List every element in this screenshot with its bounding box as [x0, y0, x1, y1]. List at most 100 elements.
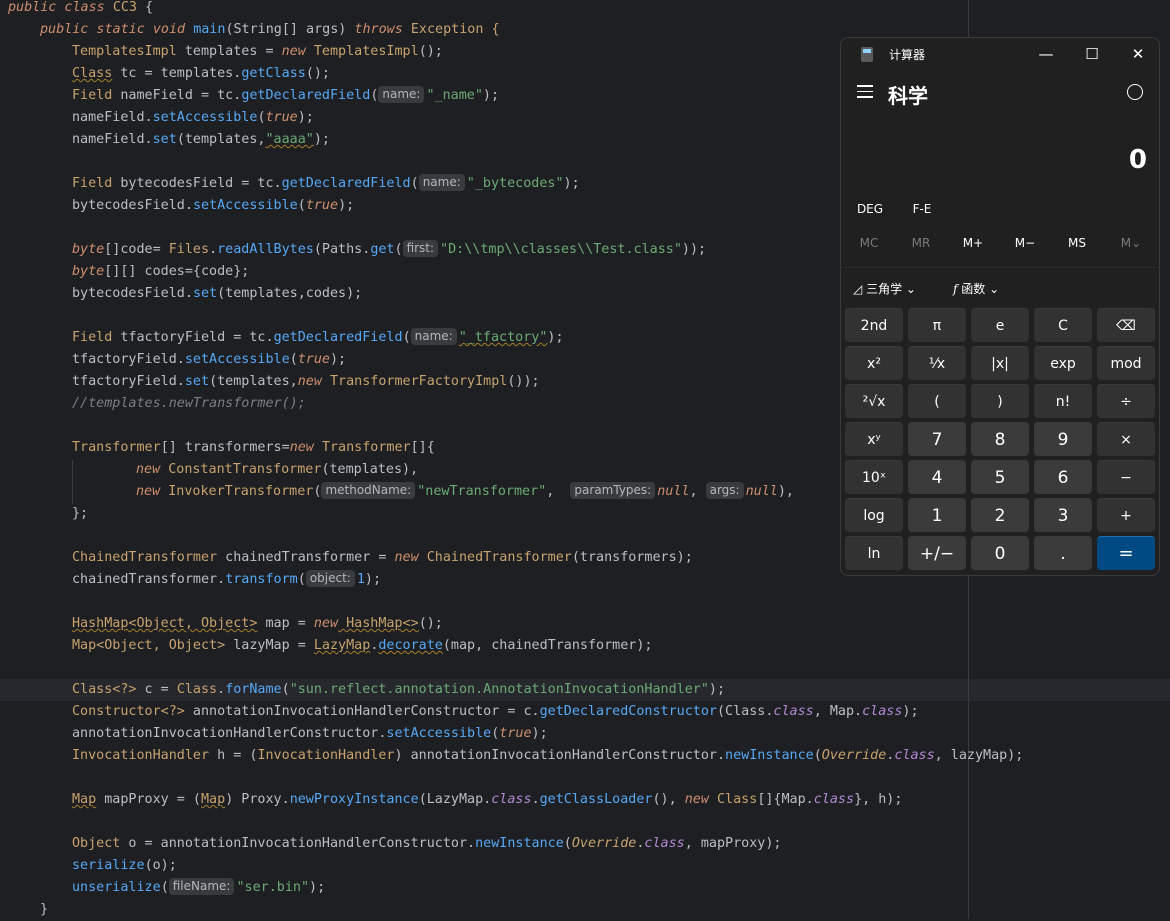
code-line: public class CC3 {: [8, 0, 154, 15]
reciprocal-button[interactable]: ¹⁄x: [908, 346, 966, 380]
code-line: }: [40, 902, 49, 917]
mod-button[interactable]: mod: [1097, 346, 1155, 380]
four-button[interactable]: 4: [908, 460, 966, 494]
factorial-button[interactable]: n!: [1034, 384, 1092, 418]
function-icon: f: [953, 282, 958, 296]
code-line: Object o = annotationInvocationHandlerCo…: [72, 836, 782, 851]
history-icon[interactable]: [1127, 84, 1143, 100]
fe-button[interactable]: F-E: [896, 202, 948, 216]
eight-button[interactable]: 8: [971, 422, 1029, 456]
three-button[interactable]: 3: [1034, 498, 1092, 532]
code-line: Transformer[] transformers=new Transform…: [72, 440, 435, 455]
code-line: new InvokerTransformer(methodName: "newTr…: [136, 482, 794, 499]
minimize-button[interactable]: —: [1023, 38, 1069, 70]
plus-button[interactable]: +: [1097, 498, 1155, 532]
param-hint: object:: [305, 570, 355, 587]
indent-guide: [72, 460, 73, 504]
code-line: chainedTransformer.transform(object: 1);: [72, 570, 382, 587]
zero-button[interactable]: 0: [971, 536, 1029, 570]
close-button[interactable]: ✕: [1115, 38, 1159, 70]
memory-list-button[interactable]: M⌄: [1105, 236, 1157, 250]
trig-dropdown[interactable]: ◿ 三角学 ⌄: [853, 280, 916, 297]
param-hint: name:: [418, 174, 465, 191]
code-line: Constructor<?> annotationInvocationHandl…: [72, 704, 919, 719]
memory-row: MC MR M+ M− MS M⌄: [841, 232, 1159, 256]
mr-button[interactable]: MR: [895, 236, 947, 250]
param-hint: name:: [378, 86, 425, 103]
negate-button[interactable]: +/−: [908, 536, 966, 570]
multiply-button[interactable]: ×: [1097, 422, 1155, 456]
code-line: Map<Object, Object> lazyMap = LazyMap.de…: [72, 638, 653, 653]
calculator-display: 0: [1128, 145, 1147, 175]
function-row: ◿ 三角学 ⌄ f 函数 ⌄: [841, 276, 1159, 300]
m-plus-button[interactable]: M+: [947, 236, 999, 250]
code-line: TemplatesImpl templates = new TemplatesI…: [72, 44, 443, 59]
six-button[interactable]: 6: [1034, 460, 1092, 494]
code-line: nameField.setAccessible(true);: [72, 110, 314, 125]
chevron-down-icon: ⌄: [905, 282, 916, 296]
function-label: 函数: [961, 282, 986, 296]
abs-button[interactable]: |x|: [971, 346, 1029, 380]
calculator-app-icon: [861, 47, 873, 62]
code-line: bytecodesField.set(templates,codes);: [72, 286, 363, 301]
root-button[interactable]: ²√x: [845, 384, 903, 418]
nine-button[interactable]: 9: [1034, 422, 1092, 456]
code-line: byte[]code= Files.readAllBytes(Paths.get…: [72, 240, 707, 257]
decimal-button[interactable]: .: [1034, 536, 1092, 570]
one-button[interactable]: 1: [908, 498, 966, 532]
clear-button[interactable]: C: [1034, 308, 1092, 342]
code-line: tfactoryField.set(templates,new Transfor…: [72, 374, 540, 389]
param-hint: first:: [402, 240, 439, 257]
calculator-titlebar[interactable]: 计算器 — ☐ ✕: [841, 38, 1159, 70]
code-line: annotationInvocationHandlerConstructor.s…: [72, 726, 548, 741]
window-title: 计算器: [889, 48, 926, 62]
code-line: Field tfactoryField = tc.getDeclaredFiel…: [72, 328, 564, 345]
second-button[interactable]: 2nd: [845, 308, 903, 342]
code-line: Map mapProxy = (Map) Proxy.newProxyInsta…: [72, 792, 903, 807]
trig-label: 三角学: [866, 282, 903, 296]
m-minus-button[interactable]: M−: [999, 236, 1051, 250]
log-button[interactable]: log: [845, 498, 903, 532]
divide-button[interactable]: ÷: [1097, 384, 1155, 418]
equals-button[interactable]: =: [1097, 536, 1155, 570]
ten-power-button[interactable]: 10ˣ: [845, 460, 903, 494]
mc-button[interactable]: MC: [843, 236, 895, 250]
divider: [841, 267, 1159, 268]
code-line: Field bytecodesField = tc.getDeclaredFie…: [72, 174, 580, 191]
close-paren-button[interactable]: ): [971, 384, 1029, 418]
calculator-window[interactable]: 计算器 — ☐ ✕ 科学 0 DEG F-E MC MR M+ M− MS M⌄…: [840, 37, 1160, 576]
triangle-icon: ◿: [853, 282, 863, 296]
code-line: Class tc = templates.getClass();: [72, 66, 330, 81]
open-paren-button[interactable]: (: [908, 384, 966, 418]
chevron-down-icon: ⌄: [989, 282, 1000, 296]
two-button[interactable]: 2: [971, 498, 1029, 532]
e-button[interactable]: e: [971, 308, 1029, 342]
function-dropdown[interactable]: f 函数 ⌄: [953, 280, 999, 297]
code-line: unserialize(fileName: "ser.bin");: [72, 878, 326, 895]
ms-button[interactable]: MS: [1051, 236, 1103, 250]
five-button[interactable]: 5: [971, 460, 1029, 494]
mode-title: 科学: [888, 84, 928, 108]
backspace-button[interactable]: ⌫: [1097, 308, 1155, 342]
code-line: Field nameField = tc.getDeclaredField(na…: [72, 86, 500, 103]
code-line: };: [72, 506, 89, 521]
code-line: serialize(o);: [72, 858, 177, 873]
ln-button[interactable]: ln: [845, 536, 903, 570]
minus-button[interactable]: −: [1097, 460, 1155, 494]
code-line: byte[][] codes={code};: [72, 264, 250, 279]
exp-button[interactable]: exp: [1034, 346, 1092, 380]
angle-row: DEG F-E: [841, 198, 1159, 222]
code-comment: //templates.newTransformer();: [72, 396, 306, 411]
hamburger-menu-icon[interactable]: [857, 85, 873, 99]
param-hint: paramTypes:: [570, 482, 656, 499]
code-line: public static void main(String[] args) t…: [40, 22, 500, 37]
deg-button[interactable]: DEG: [844, 202, 896, 216]
code-line: new ConstantTransformer(templates),: [136, 462, 419, 477]
square-button[interactable]: x²: [845, 346, 903, 380]
pi-button[interactable]: π: [908, 308, 966, 342]
code-line: nameField.set(templates,"aaaa");: [72, 132, 330, 147]
power-button[interactable]: xʸ: [845, 422, 903, 456]
code-line: ChainedTransformer chainedTransformer = …: [72, 550, 693, 565]
maximize-button[interactable]: ☐: [1069, 38, 1115, 70]
seven-button[interactable]: 7: [908, 422, 966, 456]
